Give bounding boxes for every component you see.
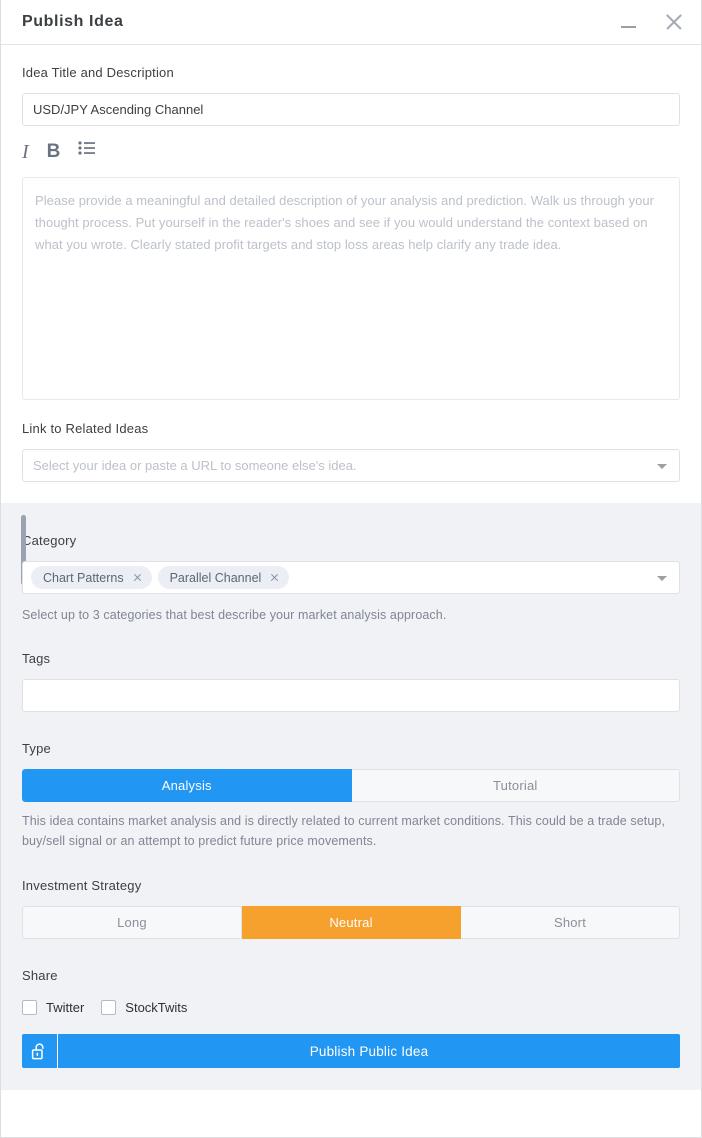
share-label-twitter: Twitter <box>46 1000 84 1015</box>
type-label: Type <box>22 741 680 756</box>
idea-title-description-label: Idea Title and Description <box>22 45 680 80</box>
idea-metadata-section: Category Chart Patterns Parallel Channel… <box>1 503 701 1090</box>
dialog-title: Publish Idea <box>22 13 123 31</box>
type-segmented-control: Analysis Tutorial <box>22 769 680 802</box>
strategy-segmented-control: Long Neutral Short <box>22 906 680 939</box>
category-label: Category <box>22 503 680 548</box>
share-checkbox-stocktwits[interactable]: StockTwits <box>101 1000 187 1015</box>
strategy-option-neutral[interactable]: Neutral <box>242 906 461 939</box>
close-button[interactable] <box>657 5 691 39</box>
share-label: Share <box>22 968 680 983</box>
bulleted-list-icon[interactable] <box>78 141 95 163</box>
publish-idea-dialog: Publish Idea Idea Title and Description … <box>0 0 702 1138</box>
related-ideas-label: Link to Related Ideas <box>22 421 680 436</box>
type-option-tutorial[interactable]: Tutorial <box>352 769 681 802</box>
category-chip-label: Chart Patterns <box>43 571 124 585</box>
type-helper-text: This idea contains market analysis and i… <box>22 811 680 851</box>
unlock-icon <box>31 1042 48 1061</box>
investment-strategy-label: Investment Strategy <box>22 878 680 893</box>
category-chip[interactable]: Parallel Channel <box>158 566 290 589</box>
tags-input[interactable] <box>22 679 680 712</box>
publish-button-group: Publish Public Idea <box>22 1034 680 1068</box>
share-options-row: Twitter StockTwits <box>22 1000 680 1015</box>
publish-public-idea-button[interactable]: Publish Public Idea <box>58 1034 680 1068</box>
share-checkbox-twitter[interactable]: Twitter <box>22 1000 84 1015</box>
category-select[interactable]: Chart Patterns Parallel Channel <box>22 561 680 594</box>
share-label-stocktwits: StockTwits <box>125 1000 187 1015</box>
category-chip-label: Parallel Channel <box>170 571 262 585</box>
dialog-titlebar: Publish Idea <box>1 0 701 45</box>
publish-visibility-toggle[interactable] <box>22 1034 58 1068</box>
category-chip-remove-icon[interactable] <box>270 573 279 582</box>
scrollbar-track[interactable] <box>11 509 16 1029</box>
related-ideas-select[interactable]: Select your idea or paste a URL to someo… <box>22 449 680 482</box>
chevron-down-icon <box>657 576 667 581</box>
window-controls <box>611 0 691 44</box>
bold-icon[interactable]: B <box>47 141 61 163</box>
minimize-icon <box>621 26 636 28</box>
category-helper-text: Select up to 3 categories that best desc… <box>22 605 680 625</box>
close-icon <box>664 12 684 32</box>
idea-title-input[interactable] <box>22 93 680 126</box>
related-ideas-placeholder: Select your idea or paste a URL to someo… <box>33 458 357 473</box>
category-chip-remove-icon[interactable] <box>133 573 142 582</box>
minimize-button[interactable] <box>611 5 645 39</box>
checkbox-icon[interactable] <box>22 1000 37 1015</box>
type-option-analysis[interactable]: Analysis <box>22 769 352 802</box>
category-chip[interactable]: Chart Patterns <box>31 566 152 589</box>
checkbox-icon[interactable] <box>101 1000 116 1015</box>
idea-description-textarea[interactable]: Please provide a meaningful and detailed… <box>22 177 680 400</box>
italic-icon[interactable]: I <box>22 141 29 163</box>
richtext-toolbar: I B <box>22 141 680 163</box>
idea-content-section: Idea Title and Description I B Please pr… <box>1 45 701 503</box>
strategy-option-long[interactable]: Long <box>22 906 242 939</box>
chevron-down-icon <box>657 464 667 469</box>
tags-label: Tags <box>22 651 680 666</box>
strategy-option-short[interactable]: Short <box>461 906 680 939</box>
